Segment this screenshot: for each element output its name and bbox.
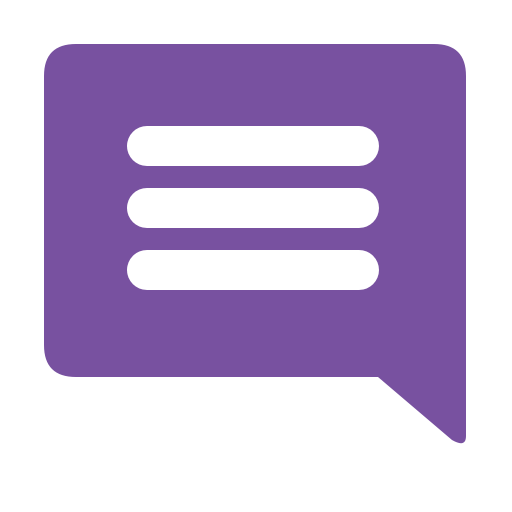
speech-bubble-body	[44, 44, 466, 444]
chat-bubble-message-icon	[44, 44, 466, 444]
message-line-2	[127, 188, 379, 228]
message-line-3	[127, 250, 379, 290]
icon-canvas	[0, 0, 512, 512]
message-line-1	[127, 126, 379, 166]
message-lines	[127, 126, 379, 290]
